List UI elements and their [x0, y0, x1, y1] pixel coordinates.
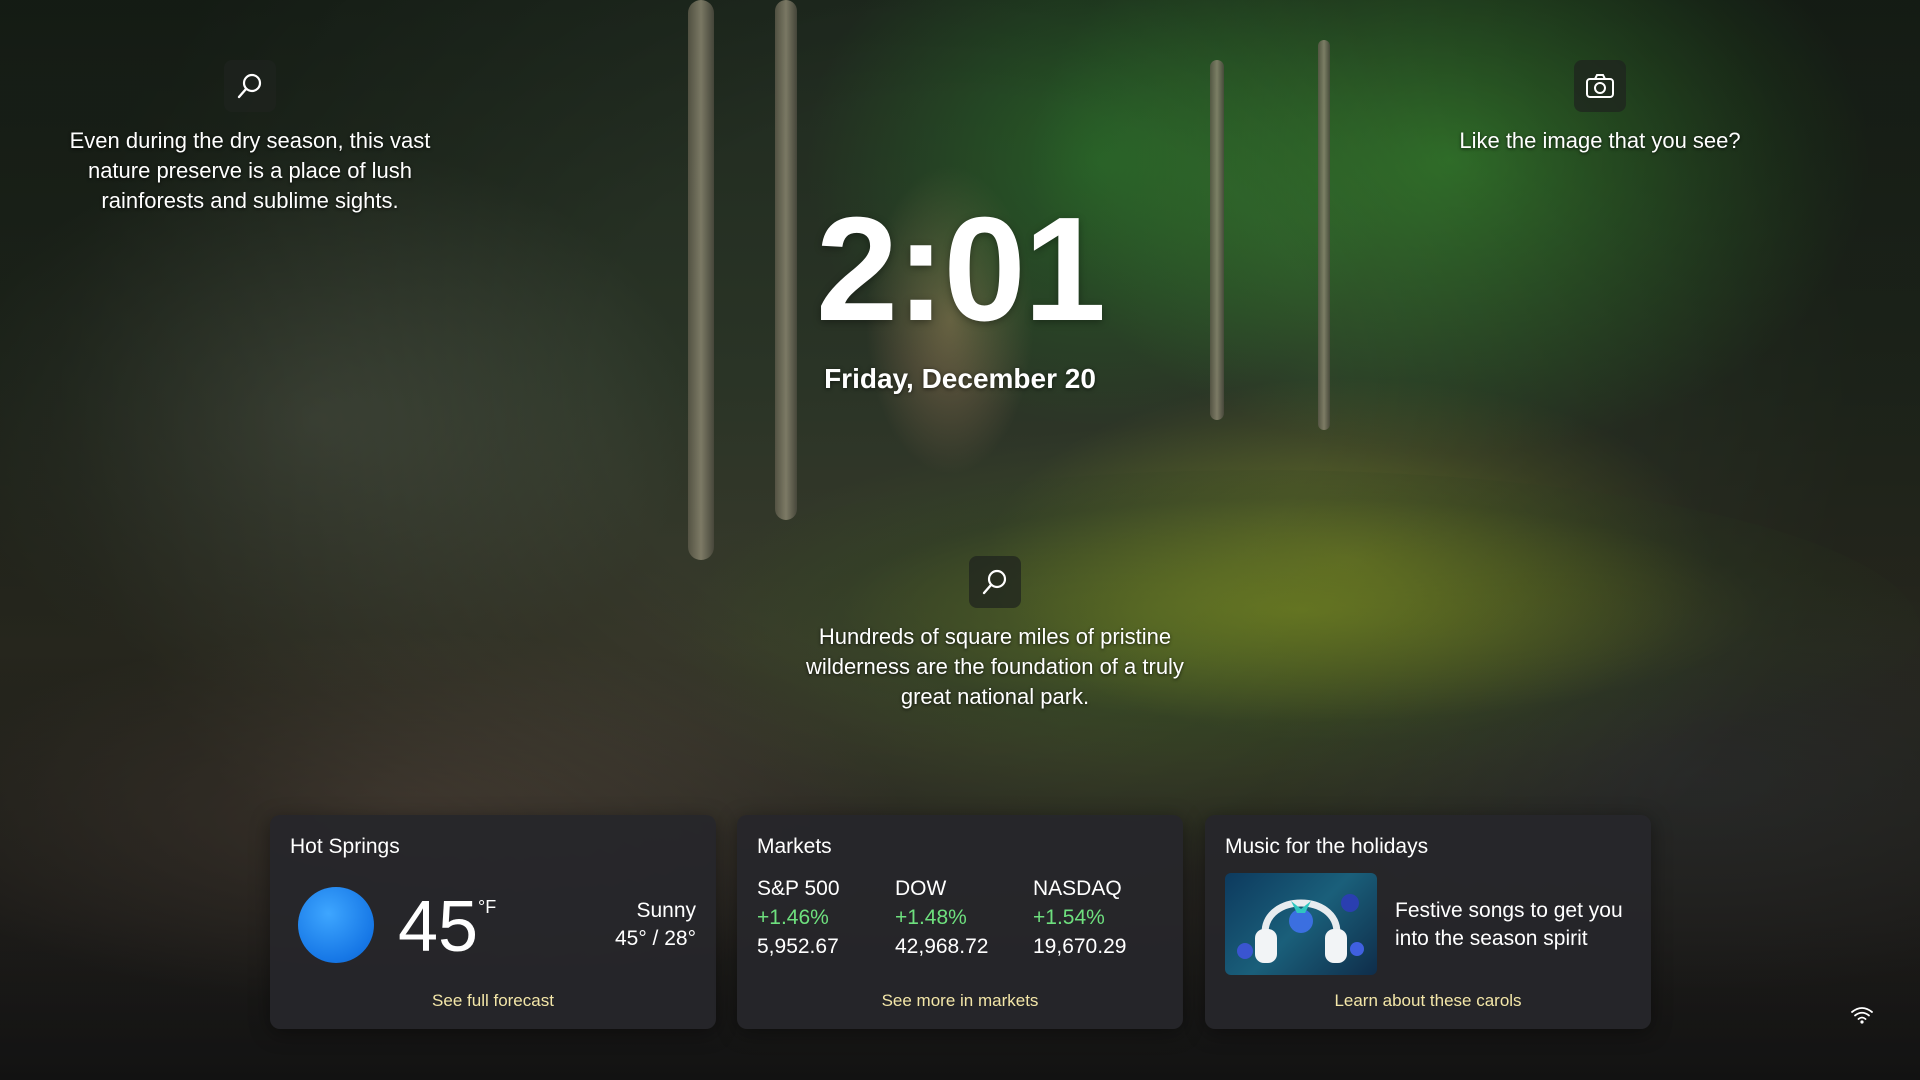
- tip-text: Like the image that you see?: [1459, 128, 1741, 153]
- background-tree-trunk: [1318, 40, 1330, 430]
- market-name: NASDAQ: [1033, 877, 1122, 900]
- camera-icon[interactable]: [1574, 60, 1626, 112]
- see-more-in-markets-link[interactable]: See more in markets: [737, 991, 1183, 1011]
- market-value: 19,670.29: [1033, 935, 1127, 958]
- lock-screen-clock: 2:01: [815, 187, 1106, 352]
- markets-title: Markets: [757, 835, 832, 858]
- market-name: S&P 500: [757, 877, 840, 900]
- market-value: 5,952.67: [757, 935, 839, 958]
- market-name: DOW: [895, 877, 947, 900]
- search-icon[interactable]: [224, 60, 276, 112]
- markets-card[interactable]: Markets S&P 500 +1.46% 5,952.67 DOW +1.4…: [737, 815, 1183, 1029]
- weather-condition-text: Sunny: [636, 899, 696, 922]
- market-change: +1.48%: [895, 906, 967, 929]
- background-pond: [600, 470, 1920, 790]
- search-icon[interactable]: [969, 556, 1021, 608]
- background-tree-trunk: [1210, 60, 1224, 420]
- market-value: 42,968.72: [895, 935, 989, 958]
- weather-range: 45° / 28°: [614, 927, 696, 950]
- weather-temperature: 45: [398, 887, 479, 967]
- market-change: +1.46%: [757, 906, 829, 929]
- music-description: Festive songs to get you into the season…: [1395, 899, 1623, 950]
- weather-card[interactable]: Hot Springs 45 °F Sunny 45° / 28° See fu…: [270, 815, 716, 1029]
- market-item-nasdaq: NASDAQ +1.54% 19,670.29: [1033, 874, 1163, 961]
- tip-text: Hundreds of square miles of pristine wil…: [806, 624, 1184, 709]
- spotlight-tip-1[interactable]: Even during the dry season, this vast na…: [60, 60, 440, 216]
- weather-unit: °F: [478, 897, 497, 917]
- holiday-headphones-image[interactable]: [1225, 873, 1377, 975]
- spotlight-tip-3[interactable]: Hundreds of square miles of pristine wil…: [800, 556, 1190, 712]
- market-item-dow: DOW +1.48% 42,968.72: [895, 874, 1025, 961]
- weather-location: Hot Springs: [290, 835, 400, 858]
- tip-text: Even during the dry season, this vast na…: [69, 128, 431, 213]
- weather-conditions: Sunny 45° / 28°: [615, 897, 696, 953]
- market-item-sp500: S&P 500 +1.46% 5,952.67: [757, 874, 887, 961]
- wifi-icon[interactable]: [1850, 1005, 1874, 1030]
- spotlight-tip-2[interactable]: Like the image that you see?: [1430, 60, 1770, 156]
- learn-about-carols-link[interactable]: Learn about these carols: [1205, 991, 1651, 1011]
- music-card[interactable]: Music for the holidays Festive songs to …: [1205, 815, 1651, 1029]
- music-title: Music for the holidays: [1225, 835, 1429, 858]
- see-full-forecast-link[interactable]: See full forecast: [270, 991, 716, 1011]
- sun-icon: [298, 887, 374, 963]
- lock-screen-date: Friday, December 20: [824, 363, 1096, 394]
- background-tree-trunk: [688, 0, 714, 560]
- market-change: +1.54%: [1033, 906, 1105, 929]
